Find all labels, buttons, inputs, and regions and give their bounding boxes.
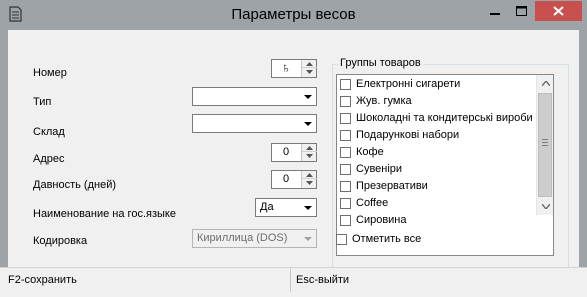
list-item[interactable]: Презервативи: [340, 178, 428, 194]
dropdown-arrow-icon[interactable]: [300, 199, 316, 216]
maximize-icon: [516, 6, 527, 16]
checkbox[interactable]: [340, 78, 351, 90]
list-item[interactable]: Жув. гумка: [340, 93, 412, 109]
title-bar: Параметры весов: [0, 0, 587, 30]
list-item-label: Подарункові набори: [356, 129, 460, 141]
address-stepper[interactable]: 0: [271, 143, 317, 162]
list-scrollbar[interactable]: [536, 75, 553, 215]
minimize-button[interactable]: [481, 1, 508, 21]
checkbox[interactable]: [340, 180, 351, 192]
list-item-label: Кофе: [356, 146, 384, 158]
dialog-body: Номер ♄ Тип Склад Адрес 0 Давность (дней…: [8, 30, 579, 286]
type-select[interactable]: [192, 87, 317, 106]
checkbox[interactable]: [340, 197, 351, 209]
status-bar: F2-сохранить Esc-выйти: [0, 267, 587, 297]
spin-up-icon[interactable]: [302, 171, 317, 179]
list-item[interactable]: Сировина: [340, 212, 407, 228]
check-all-option[interactable]: Отметить все: [336, 233, 421, 245]
checkbox[interactable]: [340, 146, 351, 158]
number-value: ♄: [281, 60, 291, 75]
save-hint: F2-сохранить: [8, 274, 77, 286]
list-item-label: Електронні сигарети: [356, 78, 461, 90]
spin-up-icon[interactable]: [302, 144, 317, 152]
address-label: Адрес: [33, 153, 65, 165]
list-item[interactable]: Кофе: [340, 144, 384, 160]
close-icon: [553, 6, 564, 16]
warehouse-select[interactable]: [192, 114, 317, 133]
spin-down-icon[interactable]: [302, 68, 317, 76]
address-spin-arrows[interactable]: [301, 144, 317, 161]
address-value: 0: [282, 146, 290, 158]
encoding-value: Кириллица (DOS): [197, 232, 288, 244]
list-item-label: Презервативи: [356, 180, 428, 192]
list-item[interactable]: Подарункові набори: [340, 127, 459, 143]
checkbox[interactable]: [340, 129, 351, 141]
status-divider: [290, 268, 291, 292]
check-all-label: Отметить все: [352, 233, 422, 245]
checkbox[interactable]: [340, 112, 351, 124]
number-spin-arrows[interactable]: [301, 60, 317, 77]
state-language-name-value: Да: [260, 201, 274, 213]
encoding-select: Кириллица (DOS): [192, 229, 317, 248]
list-item-label: Сировина: [356, 214, 407, 226]
scrollbar-thumb[interactable]: [538, 93, 552, 197]
checkbox[interactable]: [340, 163, 351, 175]
age-value: 0: [282, 173, 290, 185]
age-spin-arrows[interactable]: [301, 171, 317, 188]
list-item-label: Coffee: [356, 197, 389, 209]
state-language-name-select[interactable]: Да: [255, 198, 317, 217]
grip-icon: [542, 139, 548, 148]
age-label: Давность (дней): [33, 179, 117, 191]
warehouse-label: Склад: [33, 126, 65, 138]
list-item-label: Сувеніри: [356, 163, 403, 175]
list-item-label: Жув. гумка: [356, 95, 412, 107]
product-groups-title: Группы товаров: [338, 57, 423, 69]
number-label: Номер: [33, 67, 67, 79]
age-stepper[interactable]: 0: [271, 170, 317, 189]
spin-up-icon[interactable]: [302, 60, 317, 68]
type-label: Тип: [33, 96, 52, 108]
list-item[interactable]: Coffee: [340, 195, 388, 211]
check-all-checkbox[interactable]: [336, 233, 347, 245]
dropdown-arrow-icon: [300, 230, 316, 247]
close-button[interactable]: [535, 1, 582, 21]
window: Параметры весов Номер ♄ Тип Склад Адрес …: [0, 0, 587, 297]
list-item[interactable]: Електронні сигарети: [340, 76, 460, 92]
encoding-label: Кодировка: [33, 235, 88, 247]
scroll-down-icon[interactable]: [537, 198, 554, 215]
dropdown-arrow-icon[interactable]: [300, 115, 316, 132]
scroll-up-icon[interactable]: [537, 75, 554, 92]
checkbox[interactable]: [340, 95, 351, 107]
exit-hint: Esc-выйти: [296, 274, 350, 286]
number-stepper[interactable]: ♄: [271, 59, 317, 78]
maximize-button[interactable]: [508, 1, 535, 21]
spin-down-icon[interactable]: [302, 179, 317, 187]
product-groups-list[interactable]: Електронні сигарети Жув. гумка Шоколадні…: [336, 74, 554, 256]
list-item[interactable]: Сувеніри: [340, 161, 402, 177]
spin-down-icon[interactable]: [302, 152, 317, 160]
list-item-label: Шоколадні та кондитерські вироби: [356, 112, 533, 124]
minimize-icon: [489, 13, 500, 15]
list-item[interactable]: Шоколадні та кондитерські вироби: [340, 110, 533, 126]
checkbox[interactable]: [340, 214, 351, 226]
dropdown-arrow-icon[interactable]: [300, 88, 316, 105]
state-language-name-label: Наименование на гос.языке: [33, 208, 176, 220]
